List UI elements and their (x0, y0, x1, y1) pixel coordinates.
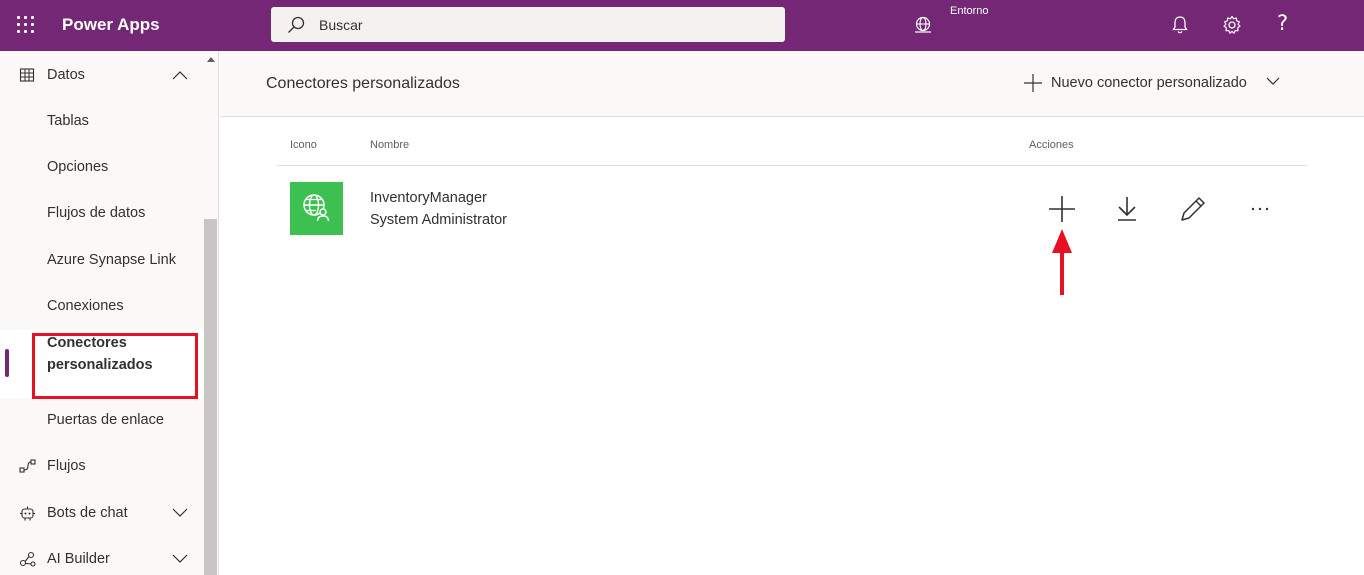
chevron-down-icon[interactable] (172, 554, 188, 564)
sidebar-item-tablas[interactable]: Tablas (0, 99, 203, 145)
sidebar-item-puertas-de-enlace[interactable]: Puertas de enlace (0, 398, 203, 444)
column-header-icon[interactable]: Icono (290, 139, 317, 151)
annotation-arrow-icon (1052, 229, 1072, 295)
sidebar-item-flujos[interactable]: Flujos (0, 444, 203, 490)
page-title: Conectores personalizados (266, 75, 460, 92)
connector-name[interactable]: InventoryManager (370, 190, 487, 206)
sidebar-item-opciones[interactable]: Opciones (0, 145, 203, 191)
add-icon[interactable] (1046, 193, 1078, 225)
sidebar-item-label: Flujos de datos (47, 205, 146, 221)
app-title[interactable]: Power Apps (62, 15, 160, 35)
download-icon[interactable] (1111, 193, 1143, 225)
sidebar-item-label: Tablas (47, 113, 89, 129)
selection-indicator (5, 349, 9, 377)
search-input[interactable] (319, 7, 759, 42)
search-box[interactable] (271, 7, 785, 42)
chevron-down-icon[interactable] (1266, 77, 1280, 86)
sidebar-item-bots-de-chat[interactable]: Bots de chat (0, 491, 203, 537)
sidebar-item-label: Flujos (47, 458, 86, 474)
bell-icon[interactable] (1169, 14, 1191, 36)
sidebar-scrollbar-thumb[interactable] (204, 219, 217, 575)
sidebar-item-flujos-de-datos[interactable]: Flujos de datos (0, 191, 203, 237)
help-icon[interactable]: ? (1277, 11, 1288, 35)
sidebar-item-ai-builder[interactable]: AI Builder (0, 537, 203, 575)
command-bar: Conectores personalizados Nuevo conector… (220, 51, 1364, 117)
scroll-up-arrow-icon[interactable] (207, 57, 215, 62)
bot-icon (20, 506, 35, 521)
sidebar-item-label: Puertas de enlace (47, 412, 164, 428)
environment-label[interactable]: Entorno (950, 5, 989, 17)
sidebar-item-label: Datos (47, 67, 85, 83)
sidebar-item-conexiones[interactable]: Conexiones (0, 284, 203, 330)
sidebar-item-azure-synapse-link[interactable]: Azure Synapse Link (0, 238, 203, 284)
sidebar-item-label: Bots de chat (47, 505, 128, 521)
settings-icon[interactable] (1221, 14, 1243, 36)
sidebar-item-label: Opciones (47, 159, 109, 175)
more-icon[interactable] (1244, 193, 1276, 225)
annotation-highlight-box (32, 333, 198, 399)
sidebar-item-label: Conexiones (47, 298, 124, 314)
column-header-actions: Acciones (1029, 139, 1074, 151)
sidebar: Datos Tablas Opciones Flujos de datos Az… (0, 51, 219, 575)
add-icon (1024, 74, 1042, 92)
globe-user-icon (303, 194, 330, 222)
sidebar-item-label: AI Builder (47, 551, 110, 567)
connector-owner: System Administrator (370, 212, 507, 228)
environment-icon[interactable] (913, 15, 933, 35)
edit-icon[interactable] (1177, 193, 1209, 225)
connector-icon (290, 182, 343, 235)
header-divider (277, 165, 1307, 166)
sidebar-item-label: Azure Synapse Link (47, 252, 176, 268)
new-custom-connector-label: Nuevo conector personalizado (1051, 75, 1247, 91)
waffle-icon[interactable] (17, 16, 35, 34)
top-bar: Power Apps Entorno ? (0, 0, 1364, 51)
ai-builder-icon (19, 551, 36, 567)
search-icon (288, 16, 305, 33)
column-header-name[interactable]: Nombre (370, 139, 409, 151)
flow-icon (19, 459, 36, 473)
table-icon (19, 68, 35, 82)
sidebar-item-datos[interactable]: Datos (0, 53, 203, 99)
chevron-down-icon[interactable] (172, 508, 188, 518)
chevron-up-icon[interactable] (172, 70, 188, 80)
